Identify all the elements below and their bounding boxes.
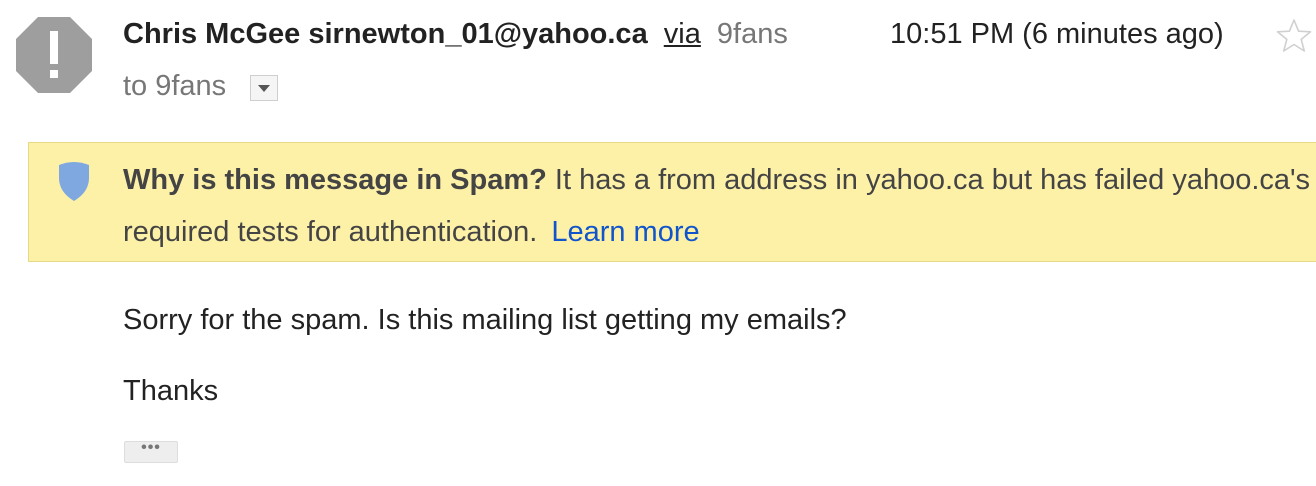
spam-question: Why is this message in Spam? [123, 164, 547, 196]
message-body-line: Thanks [123, 375, 219, 407]
recipients: to 9fans [123, 70, 227, 102]
message-body-line: Sorry for the spam. Is this mailing list… [123, 304, 847, 336]
learn-more-link[interactable]: Learn more [551, 216, 699, 248]
exclamation-octagon-icon [16, 17, 92, 93]
via-link[interactable]: via [664, 18, 701, 50]
email-message-view: Chris McGee sirnewton_01@yahoo.ca via 9f… [0, 0, 1316, 486]
show-details-button[interactable] [250, 75, 278, 101]
mailing-list-name: 9fans [716, 18, 788, 50]
shield-icon [56, 160, 92, 202]
sender-line: Chris McGee sirnewton_01@yahoo.ca via 9f… [123, 14, 813, 54]
spam-explanation-line2: required tests for authentication. [123, 216, 538, 248]
sender-name[interactable]: Chris McGee [123, 18, 300, 50]
message-timestamp[interactable]: 10:51 PM (6 minutes ago) [890, 14, 1224, 54]
spam-explanation: Why is this message in Spam? It has a fr… [123, 154, 1316, 258]
sender-email[interactable]: sirnewton_01@yahoo.ca [308, 18, 647, 50]
spam-explanation-line1: It has a from address in yahoo.ca but ha… [554, 164, 1311, 196]
star-icon[interactable] [1276, 18, 1312, 54]
show-trimmed-content-button[interactable]: ••• [124, 440, 178, 463]
caret-down-icon [258, 85, 270, 92]
